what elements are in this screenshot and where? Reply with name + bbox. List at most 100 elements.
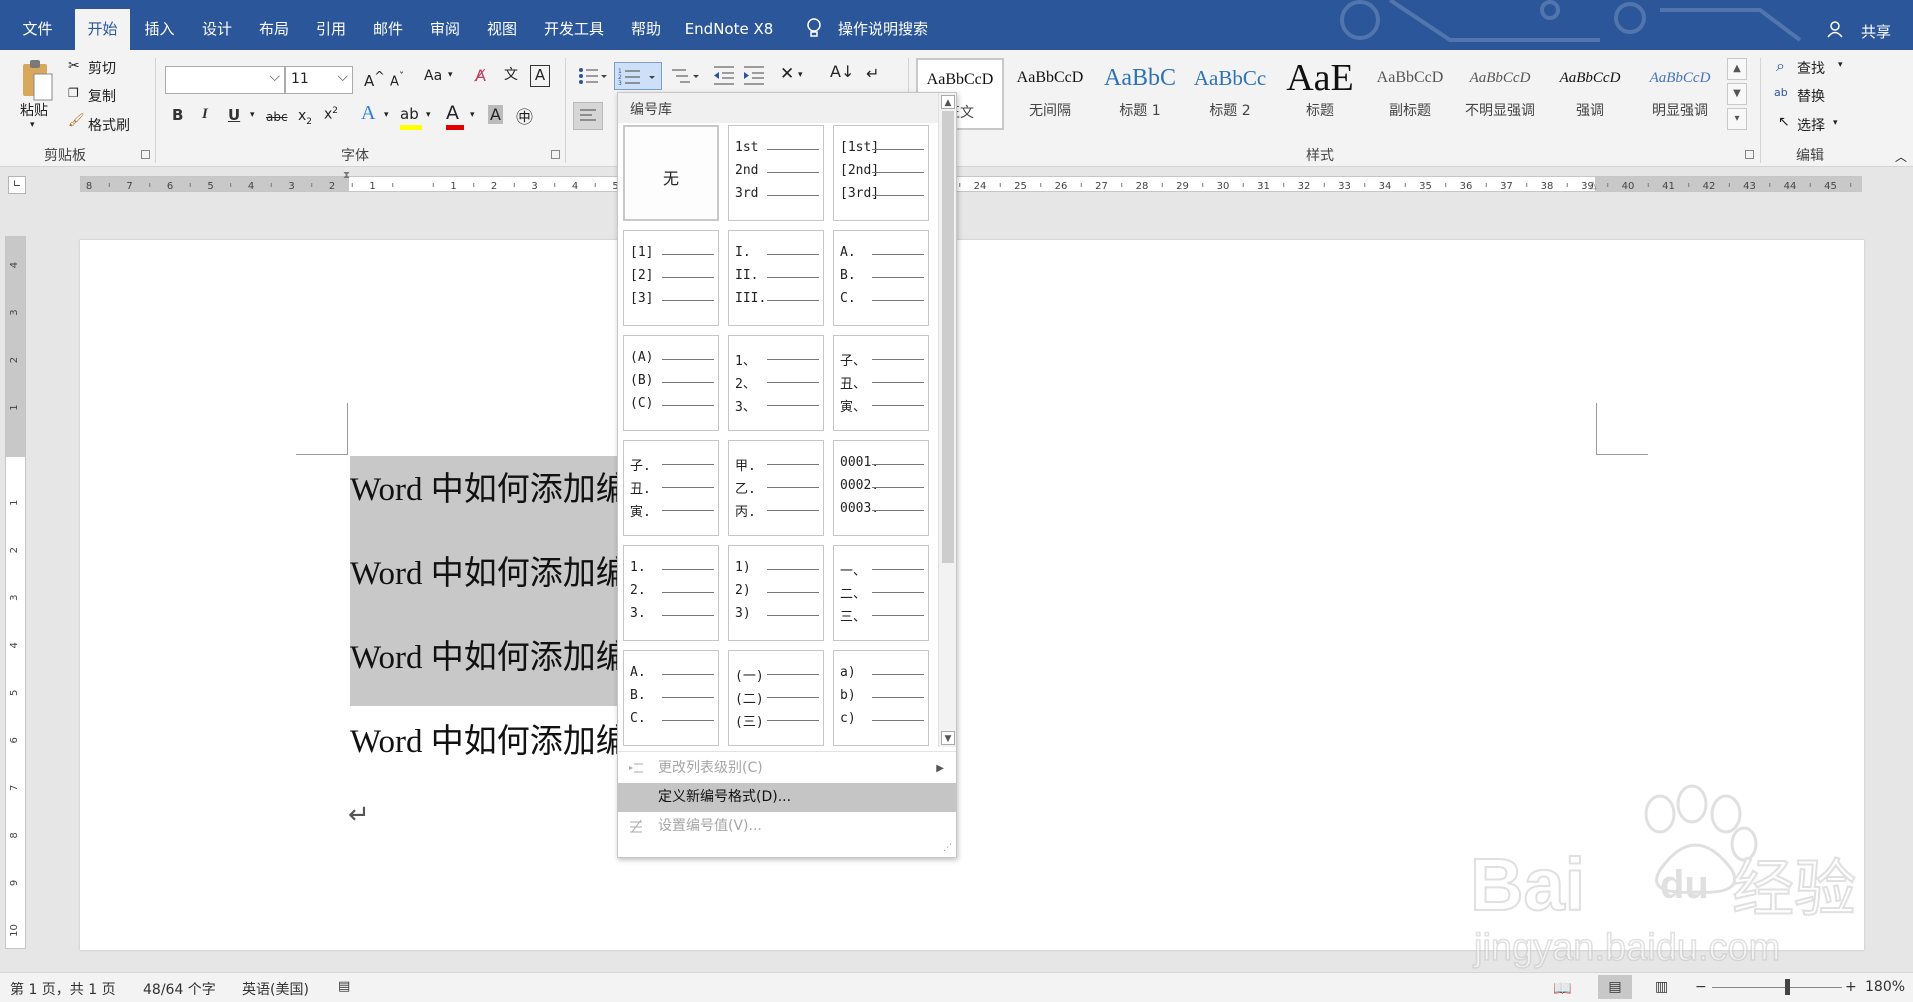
numbering-format-option[interactable]: 子. 丑. 寅.	[623, 440, 719, 536]
format-painter-button[interactable]: 格式刷	[88, 115, 130, 135]
text-effects-icon[interactable]: A	[361, 102, 375, 125]
style-6[interactable]: AaBbCcD 不明显强调	[1456, 58, 1544, 130]
clipboard-launcher-icon[interactable]	[141, 150, 150, 159]
cut-button[interactable]: 剪切	[88, 58, 116, 78]
numbering-format-option[interactable]: I. II. III.	[728, 230, 824, 326]
numbering-format-option[interactable]: A. B. C.	[833, 230, 929, 326]
multilevel-list-icon[interactable]	[668, 66, 700, 86]
indent-marker-icon[interactable]: ⧗	[343, 170, 350, 181]
align-left-button[interactable]	[573, 102, 603, 130]
style-4[interactable]: AaE 标题	[1276, 58, 1364, 130]
define-new-number-format-item[interactable]: 定义新编号格式(D)...	[618, 783, 956, 812]
numbering-button[interactable]: 123	[614, 62, 662, 90]
sort-icon[interactable]: A↓	[830, 62, 854, 81]
style-2[interactable]: AaBbC 标题 1	[1096, 58, 1184, 130]
tab-4[interactable]: 布局	[246, 9, 302, 50]
decrease-indent-icon[interactable]	[712, 64, 736, 86]
chevron-down-icon[interactable]: ▾	[384, 110, 389, 120]
tab-10[interactable]: 帮助	[618, 9, 674, 50]
numbering-format-option[interactable]: [1] [2] [3]	[623, 230, 719, 326]
numbering-format-option[interactable]: 1) 2) 3)	[728, 545, 824, 641]
tab-5[interactable]: 引用	[302, 9, 360, 50]
bold-icon[interactable]: B	[172, 106, 183, 124]
copy-button[interactable]: 复制	[88, 86, 116, 106]
paste-button[interactable]: 粘贴	[20, 100, 48, 120]
numbering-format-option[interactable]: 甲. 乙. 丙.	[728, 440, 824, 536]
tab-3[interactable]: 设计	[188, 9, 246, 50]
language-indicator[interactable]: 英语(美国)	[242, 979, 309, 999]
numbering-format-option[interactable]: 1. 2. 3.	[623, 545, 719, 641]
strikethrough-icon[interactable]: abc	[266, 110, 288, 124]
tab-1[interactable]: 开始	[75, 9, 130, 50]
document-paragraph[interactable]: Word 中如何添加编	[350, 714, 629, 762]
chinese-layout-icon[interactable]: ✕	[780, 64, 794, 84]
tab-9[interactable]: 开发工具	[530, 9, 618, 50]
document-paragraph[interactable]: Word 中如何添加编	[350, 546, 629, 594]
zoom-slider-track[interactable]	[1712, 987, 1842, 988]
font-color-icon[interactable]: A	[446, 102, 459, 124]
show-marks-icon[interactable]: ↵	[866, 64, 879, 83]
numbering-format-option[interactable]: [1st] [2nd] [3rd]	[833, 125, 929, 221]
collapse-ribbon-icon[interactable]: ︿	[1895, 148, 1907, 165]
proofing-icon[interactable]: ▤	[338, 979, 350, 994]
chevron-down-icon[interactable]: ▼	[1727, 83, 1747, 105]
style-8[interactable]: AaBbCcD 明显强调	[1636, 58, 1724, 130]
find-button[interactable]: 查找	[1797, 58, 1825, 78]
replace-button[interactable]: 替换	[1797, 86, 1825, 106]
numbering-library-dropdown[interactable]: 编号库 无 1st 2nd 3rd [1st] [2nd] [3rd] [1] [2] [3] I…	[617, 92, 957, 858]
increase-indent-icon[interactable]	[742, 64, 766, 86]
superscript-icon[interactable]: x2	[324, 106, 338, 123]
enclose-char-icon[interactable]: ㊥	[516, 103, 533, 128]
numbering-format-option[interactable]: 0001. 0002. 0003.	[833, 440, 929, 536]
tab-6[interactable]: 邮件	[360, 9, 416, 50]
char-border-icon[interactable]: A	[530, 65, 550, 87]
tab-0[interactable]: 文件	[0, 9, 75, 50]
chevron-down-icon[interactable]: ▾	[470, 110, 475, 120]
change-case-button[interactable]: Aa	[424, 68, 442, 84]
subscript-icon[interactable]: x2	[298, 108, 312, 127]
document-paragraph[interactable]: Word 中如何添加编	[350, 462, 629, 510]
zoom-slider-thumb[interactable]	[1785, 979, 1790, 995]
numbering-none-option[interactable]: 无	[623, 125, 719, 221]
print-layout-icon[interactable]: ▤	[1598, 975, 1632, 999]
numbering-format-option[interactable]: 一、 二、 三、	[833, 545, 929, 641]
paste-icon[interactable]	[20, 58, 54, 102]
more-styles-icon[interactable]: ▾	[1727, 108, 1747, 130]
clear-format-icon[interactable]: A̸	[475, 66, 486, 85]
chevron-down-icon[interactable]: ▾	[426, 110, 431, 120]
phonetic-guide-icon[interactable]: 文	[504, 64, 518, 84]
change-list-level-item[interactable]: 更改列表级别(C) ▶	[618, 754, 956, 783]
font-size-box[interactable]: 11 ⌵	[285, 66, 353, 94]
numbering-format-option[interactable]: a) b) c)	[833, 650, 929, 746]
font-name-box[interactable]: ⌵	[165, 66, 285, 94]
tab-7[interactable]: 审阅	[416, 9, 474, 50]
tell-me-search[interactable]: 操作说明搜索	[838, 18, 928, 39]
tab-8[interactable]: 视图	[474, 9, 530, 50]
chevron-down-icon[interactable]: ▾	[1833, 118, 1838, 128]
word-count[interactable]: 48/64 个字	[143, 979, 216, 999]
tab-11[interactable]: EndNote X8	[674, 9, 784, 50]
style-3[interactable]: AaBbCc 标题 2	[1186, 58, 1274, 130]
dropdown-scrollbar[interactable]: ▲ ▼	[938, 93, 956, 747]
numbering-format-option[interactable]: 1、 2、 3、	[728, 335, 824, 431]
shrink-font-icon[interactable]: Aˇ	[390, 70, 404, 89]
right-indent-marker-icon[interactable]: △	[1589, 180, 1597, 191]
style-7[interactable]: AaBbCcD 强调	[1546, 58, 1634, 130]
chevron-down-icon[interactable]: ▾	[798, 70, 803, 80]
numbering-format-option[interactable]: 子、 丑、 寅、	[833, 335, 929, 431]
grow-font-icon[interactable]: A^	[364, 68, 385, 90]
styles-launcher-icon[interactable]	[1745, 150, 1754, 159]
numbering-format-option[interactable]: A. B. C.	[623, 650, 719, 746]
numbering-format-option[interactable]: (A) (B) (C)	[623, 335, 719, 431]
share-button[interactable]: 共享	[1861, 21, 1891, 42]
scroll-down-icon[interactable]: ▼	[941, 731, 955, 745]
lightbulb-icon[interactable]	[806, 18, 822, 38]
style-5[interactable]: AaBbCcD 副标题	[1366, 58, 1454, 130]
web-layout-icon[interactable]: ▥	[1655, 979, 1668, 995]
styles-scroll[interactable]: ▲ ▼ ▾	[1727, 58, 1747, 130]
person-icon[interactable]	[1827, 20, 1843, 38]
tab-selector-icon[interactable]: ∟	[8, 176, 26, 194]
char-shading-icon[interactable]: A	[488, 105, 503, 124]
font-launcher-icon[interactable]	[551, 150, 560, 159]
select-button[interactable]: 选择	[1797, 115, 1825, 135]
